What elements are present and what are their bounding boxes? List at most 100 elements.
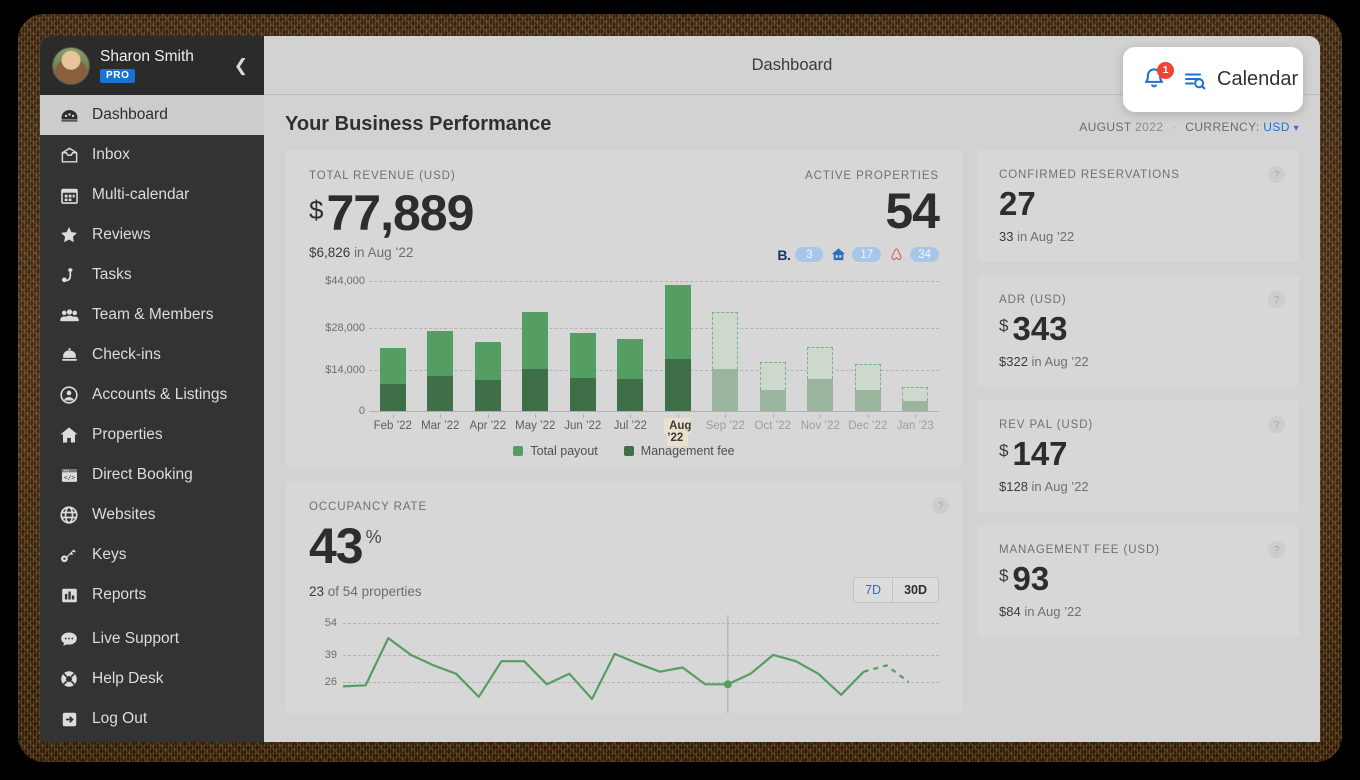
stacked-bar[interactable] bbox=[569, 333, 596, 411]
channel-booking-com[interactable]: B. 3 bbox=[777, 246, 824, 263]
stacked-bar[interactable] bbox=[902, 387, 929, 411]
sidebar-item-log-out[interactable]: Log Out bbox=[40, 699, 264, 739]
chevron-down-icon[interactable]: ▾ bbox=[1294, 123, 1299, 134]
notification-bell[interactable]: 1 bbox=[1141, 61, 1174, 95]
sidebar-item-tasks[interactable]: Tasks bbox=[40, 255, 264, 295]
x-tick-label[interactable]: May ’22 bbox=[512, 414, 560, 444]
bar-group[interactable] bbox=[417, 281, 465, 411]
range-option-30d[interactable]: 30D bbox=[892, 578, 938, 602]
sidebar-item-help-desk[interactable]: Help Desk bbox=[40, 659, 264, 699]
question-mark-icon[interactable]: ? bbox=[932, 497, 949, 514]
bar-group[interactable] bbox=[702, 281, 750, 411]
x-tick-label[interactable]: Sep ’22 bbox=[702, 414, 750, 444]
inbox-icon bbox=[56, 146, 82, 165]
x-tick-label[interactable]: Nov ’22 bbox=[797, 414, 845, 444]
occupancy-y-axis: 26 39 54 bbox=[309, 615, 337, 699]
stacked-bar[interactable] bbox=[759, 361, 786, 411]
sidebar-item-dashboard[interactable]: Dashboard bbox=[40, 95, 264, 135]
bar-segment-management-fee bbox=[902, 400, 929, 411]
legend-item[interactable]: Management fee bbox=[623, 444, 735, 458]
kpi-subtext: $84 in Aug ’22 bbox=[999, 604, 1277, 619]
main-area: Dashboard 1 Calendar Your Business Perfo bbox=[264, 36, 1320, 742]
stacked-bar[interactable] bbox=[664, 285, 691, 411]
currency-value[interactable]: USD bbox=[1263, 120, 1290, 134]
bar-group[interactable] bbox=[464, 281, 512, 411]
kpi-value-row: 27 bbox=[999, 184, 1277, 224]
sidebar-item-properties[interactable]: Properties bbox=[40, 415, 264, 455]
x-tick-label[interactable]: Dec ’22 bbox=[844, 414, 892, 444]
stacked-bar[interactable] bbox=[617, 338, 644, 411]
y-tick-label: 26 bbox=[324, 676, 337, 689]
kpi-value: 343 bbox=[1012, 310, 1068, 347]
section-title: Your Business Performance bbox=[285, 113, 552, 135]
question-mark-icon[interactable]: ? bbox=[1268, 541, 1285, 558]
question-mark-icon[interactable]: ? bbox=[1268, 166, 1285, 183]
airbnb-icon bbox=[891, 248, 902, 260]
stacked-bar[interactable] bbox=[427, 331, 454, 411]
revenue-subtext: $6,826 in Aug ’22 bbox=[309, 245, 473, 260]
bar-group[interactable] bbox=[797, 281, 845, 411]
globe-icon bbox=[56, 505, 82, 525]
bell-desk-icon bbox=[56, 346, 82, 365]
x-tick-label[interactable]: Jul ’22 bbox=[607, 414, 655, 444]
bar-group[interactable] bbox=[749, 281, 797, 411]
legend-item[interactable]: Total payout bbox=[513, 444, 598, 458]
bar-group[interactable] bbox=[844, 281, 892, 411]
sidebar-item-label: Direct Booking bbox=[92, 466, 193, 483]
sidebar-item-label: Properties bbox=[92, 426, 163, 443]
bar-segment-management-fee bbox=[807, 379, 834, 411]
sidebar-item-check-ins[interactable]: Check-ins bbox=[40, 335, 264, 375]
sidebar-user-header[interactable]: Sharon Smith PRO ❮ bbox=[40, 36, 264, 95]
stacked-bar[interactable] bbox=[807, 346, 834, 411]
question-mark-icon[interactable]: ? bbox=[1268, 291, 1285, 308]
booking-com-icon: B. bbox=[777, 246, 791, 263]
sidebar-collapse-icon[interactable]: ❮ bbox=[232, 53, 250, 78]
logout-icon bbox=[56, 710, 82, 729]
data-point-marker[interactable] bbox=[723, 680, 732, 689]
occupancy-range-toggle[interactable]: 7D 30D bbox=[853, 577, 939, 603]
sidebar-item-multi-calendar[interactable]: Multi-calendar bbox=[40, 175, 264, 215]
sidebar-item-inbox[interactable]: Inbox bbox=[40, 135, 264, 175]
calendar-popup[interactable]: 1 Calendar bbox=[1123, 47, 1303, 112]
x-tick-label[interactable]: Jan ’23 bbox=[892, 414, 940, 444]
channel-airbnb[interactable]: 34 bbox=[888, 246, 939, 263]
sidebar-item-label: Log Out bbox=[92, 710, 148, 727]
bar-group[interactable] bbox=[607, 281, 655, 411]
sidebar-item-websites[interactable]: Websites bbox=[40, 495, 264, 535]
stacked-bar[interactable] bbox=[854, 363, 881, 411]
channel-vrbo[interactable]: 17 bbox=[830, 246, 882, 263]
sidebar-item-reports[interactable]: Reports bbox=[40, 575, 264, 615]
avatar[interactable] bbox=[52, 46, 90, 85]
sidebar-item-reviews[interactable]: Reviews bbox=[40, 215, 264, 255]
bar-segment-total-payout bbox=[664, 285, 691, 359]
x-tick-label[interactable]: Aug ’22 bbox=[654, 414, 702, 446]
calendar-button[interactable]: Calendar bbox=[1181, 68, 1298, 92]
occupancy-rate-line-chart: 26 39 54 bbox=[309, 615, 939, 713]
x-tick-label[interactable]: Oct ’22 bbox=[749, 414, 797, 444]
range-option-7d[interactable]: 7D bbox=[854, 578, 892, 602]
stacked-bar[interactable] bbox=[474, 342, 501, 411]
bar-chart-legend: Total payout Management fee bbox=[309, 444, 939, 458]
x-tick-label[interactable]: Apr ’22 bbox=[464, 414, 512, 444]
stacked-bar[interactable] bbox=[712, 311, 739, 411]
stacked-bar[interactable] bbox=[379, 347, 406, 411]
x-tick-label[interactable]: Mar ’22 bbox=[417, 414, 465, 444]
x-tick-label[interactable]: Jun ’22 bbox=[559, 414, 607, 444]
sidebar-item-accounts-listings[interactable]: Accounts & Listings bbox=[40, 375, 264, 415]
bar-group[interactable] bbox=[892, 281, 940, 411]
occupancy-label: OCCUPANCY RATE bbox=[309, 501, 428, 513]
question-mark-icon[interactable]: ? bbox=[1268, 416, 1285, 433]
stacked-bar[interactable] bbox=[522, 312, 549, 411]
channel-count: 17 bbox=[852, 247, 882, 262]
bar-group[interactable] bbox=[559, 281, 607, 411]
sidebar-item-team-members[interactable]: Team & Members bbox=[40, 295, 264, 335]
sidebar-item-live-support[interactable]: Live Support bbox=[40, 619, 264, 659]
occupancy-sub-value: 23 bbox=[309, 584, 325, 599]
sidebar-item-keys[interactable]: Keys bbox=[40, 535, 264, 575]
bar-segment-total-payout bbox=[807, 346, 834, 380]
bar-group[interactable] bbox=[512, 281, 560, 411]
x-tick-label[interactable]: Feb ’22 bbox=[369, 414, 417, 444]
bar-group[interactable] bbox=[369, 281, 417, 411]
sidebar-item-direct-booking[interactable]: </> Direct Booking bbox=[40, 455, 264, 495]
bar-group[interactable] bbox=[654, 281, 702, 411]
